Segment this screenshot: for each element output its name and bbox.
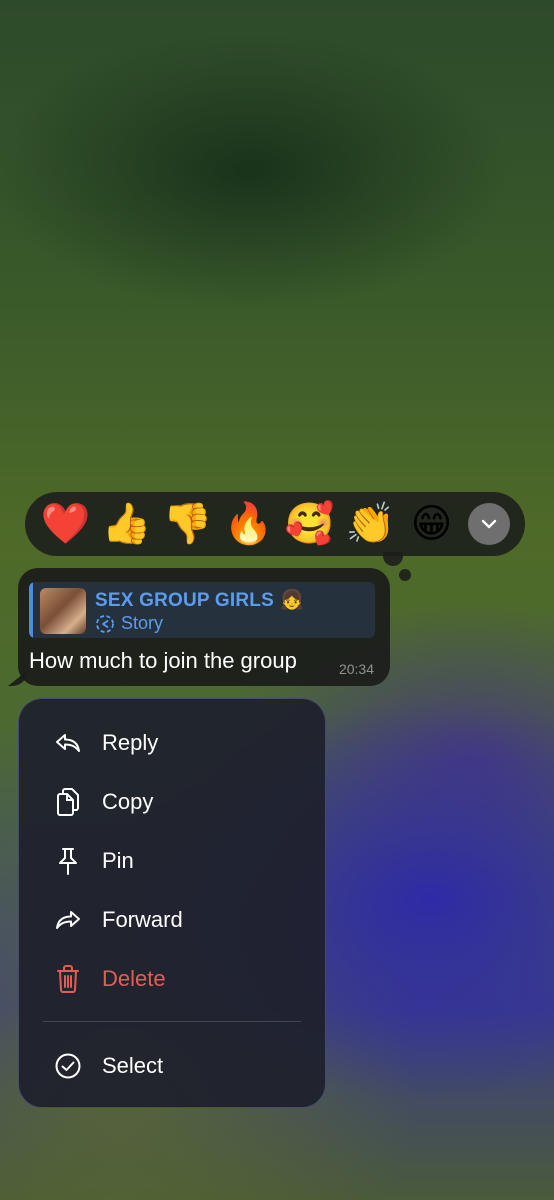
message-time: 20:34: [338, 661, 374, 677]
check-circle-icon: [53, 1051, 83, 1081]
quote-accent-bar: [29, 582, 33, 638]
message-text: How much to join the group: [29, 648, 297, 673]
reaction-fire[interactable]: 🔥: [218, 494, 279, 555]
quote-subtitle: Story: [95, 613, 163, 634]
menu-item-select[interactable]: Select: [19, 1036, 325, 1095]
context-menu: Reply Copy Pin Forward Delete Select: [18, 698, 326, 1108]
trash-icon: [53, 964, 83, 994]
chevron-down-icon: [481, 519, 497, 529]
reply-icon: [53, 728, 83, 758]
story-reply-quote[interactable]: SEX GROUP GIRLS 👧 Story: [29, 582, 375, 638]
message-bubble[interactable]: SEX GROUP GIRLS 👧 Story How much to join …: [18, 568, 390, 686]
reaction-grin[interactable]: 😁: [401, 494, 462, 555]
reaction-thumbs-down[interactable]: 👎: [157, 494, 218, 555]
reaction-heart[interactable]: ❤️: [35, 494, 96, 555]
reaction-smiling-hearts[interactable]: 🥰: [279, 494, 340, 555]
more-reactions-button[interactable]: [468, 503, 510, 545]
pin-icon: [53, 846, 83, 876]
forward-icon: [53, 905, 83, 935]
reaction-clap[interactable]: 👏: [340, 494, 401, 555]
menu-item-delete[interactable]: Delete: [19, 949, 325, 1008]
menu-item-copy[interactable]: Copy: [19, 772, 325, 831]
menu-divider: [43, 1021, 301, 1022]
reaction-bar-tail-dot: [399, 569, 411, 581]
story-icon: [96, 614, 114, 633]
copy-icon: [53, 787, 83, 817]
menu-item-forward[interactable]: Forward: [19, 890, 325, 949]
quote-title: SEX GROUP GIRLS 👧: [95, 589, 304, 611]
menu-item-pin[interactable]: Pin: [19, 831, 325, 890]
girl-emoji: 👧: [279, 589, 304, 611]
story-thumbnail: [40, 588, 86, 634]
reaction-thumbs-up[interactable]: 👍: [96, 494, 157, 555]
reaction-bar: ❤️ 👍 👎 🔥 🥰 👏 😁: [25, 492, 525, 556]
menu-item-reply[interactable]: Reply: [19, 713, 325, 772]
